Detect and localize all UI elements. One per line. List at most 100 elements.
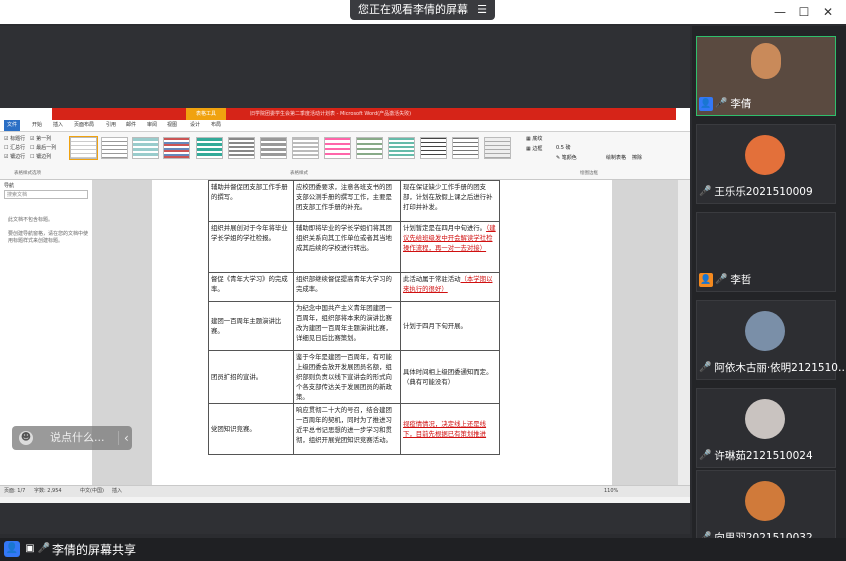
user-icon: 👤 — [699, 97, 713, 111]
table-cell[interactable]: 现在保证缺少工作手册的团支部，计划在放假上课之后进行补打印并补发。 — [400, 180, 500, 222]
document-title: 旧学院团委学生会第二季度活动计划表 - Microsoft Word(产品激活失… — [250, 111, 412, 117]
status-zoom[interactable]: 110% — [604, 486, 618, 497]
nav-help-text: 要创建导航窗格，请在您的文档中使用标题样式来创建标题。 — [8, 231, 89, 244]
table-style-12[interactable] — [420, 137, 447, 159]
draw-table-button[interactable]: 绘制表格 — [606, 154, 626, 161]
table-cell[interactable]: 团员扩招的宣讲。 — [208, 350, 294, 404]
pen-color-button[interactable]: ✎ 笔颜色 — [556, 154, 577, 161]
table-cell[interactable]: 党团知识竞赛。 — [208, 403, 294, 455]
status-mode[interactable]: 插入 — [112, 486, 122, 497]
avatar — [745, 481, 785, 521]
table-cell[interactable]: 计划暂定是在四月中旬进行。（建议先给班级发中开会解读学社检操作流程，再一对一去对… — [400, 221, 500, 273]
tab-review[interactable]: 审阅 — [147, 120, 157, 131]
check-total-row[interactable]: ☐ 汇总行 — [4, 144, 25, 151]
table-style-1[interactable] — [69, 136, 98, 160]
table-cell[interactable]: 组织并展创对于今年将毕业学长学姐的学社检报。 — [208, 221, 294, 273]
table-style-5[interactable] — [196, 137, 223, 159]
table-cell[interactable]: 此活动属于常驻活动（本学期以来执行的很好） — [400, 272, 500, 302]
sharing-banner[interactable]: 您正在观看李倩的屏幕 ☰ — [350, 0, 495, 20]
nav-title: 导航 — [4, 183, 15, 189]
participant-tile[interactable]: 🎤 王乐乐2021510009 — [696, 124, 836, 204]
line-width-select[interactable]: 0.5 磅 — [556, 144, 571, 151]
tab-references[interactable]: 引用 — [106, 120, 116, 131]
nav-search-input[interactable]: 搜索文档 — [4, 190, 88, 199]
table-cell[interactable]: 辅助即将毕业的学长学姐们将其团组织关系向其工作单位或者其当地成其后续的学校进行转… — [293, 221, 401, 273]
document-area: 辅助并督促团支部工作手册的撰写。 应校团委要求，注意各班支书的团支部公测手册的撰… — [92, 180, 678, 485]
table-cell[interactable]: 组织部继续督促提高青年大学习的完成率。 — [293, 272, 401, 302]
minimize-button[interactable]: — — [771, 3, 789, 21]
status-page[interactable]: 页面: 1/7 — [4, 486, 25, 497]
table-style-10[interactable] — [356, 137, 383, 159]
borders-button[interactable]: ▦ 边框 — [526, 145, 542, 152]
table-cell[interactable]: 鉴于今年是建团一百周年，有可能上级团委会放开发展团员名额，组织部则负责以线下宣讲… — [293, 350, 401, 404]
table-style-11[interactable] — [388, 137, 415, 159]
shading-button[interactable]: ▦ 底纹 — [526, 135, 542, 142]
table-cell[interactable]: 督促《青年大学习》的完成率。 — [208, 272, 294, 302]
maximize-button[interactable]: ☐ — [795, 3, 813, 21]
status-language[interactable]: 中文(中国) — [80, 486, 104, 497]
mic-muted-icon: 🎤 — [699, 450, 712, 461]
tab-page-layout[interactable]: 页面布局 — [74, 120, 94, 131]
table-style-7[interactable] — [260, 137, 287, 159]
table-cell[interactable]: 为纪念中国共产主义青年团建团一百周年，组织部将本来的演讲比赛改为建团一百周年主题… — [293, 301, 401, 351]
user-icon: 👤 — [4, 541, 20, 557]
table-style-8[interactable] — [292, 137, 319, 159]
table-style-13[interactable] — [452, 137, 479, 159]
table-cell[interactable]: 应校团委要求，注意各班支书的团支部公测手册的撰写工作，主要是团支部工作手册的补充… — [293, 180, 401, 222]
word-title-bar: 表格工具 旧学院团委学生会第二季度活动计划表 - Microsoft Word(… — [0, 108, 690, 120]
chevron-left-icon[interactable]: ‹ — [124, 430, 129, 446]
table-cell[interactable]: 具体时间相上级团委通知而定。（典有可能没有） — [400, 350, 500, 404]
tab-file[interactable]: 文件 — [4, 120, 21, 131]
table-cell[interactable]: 计划于四月下旬开展。 — [400, 301, 500, 351]
table-cell[interactable]: 建团一百周年主题演讲比赛。 — [208, 301, 294, 351]
check-first-column[interactable]: ☑ 第一列 — [30, 135, 51, 142]
table-cell[interactable]: 视疫情情况，决定线上还是线下，目前先根据已有策划推进 — [400, 403, 500, 455]
table-style-14[interactable] — [484, 137, 511, 159]
table-cell[interactable]: 辅助并督促团支部工作手册的撰写。 — [208, 180, 294, 222]
table-row: 督促《青年大学习》的完成率。 组织部继续督促提高青年大学习的完成率。 此活动属于… — [208, 272, 500, 302]
comment-input[interactable]: 说点什么... — [50, 431, 105, 445]
divider — [118, 431, 119, 445]
eraser-button[interactable]: 擦除 — [632, 154, 642, 161]
group-label-borders: 绘图边框 — [580, 171, 598, 176]
table-row: 党团知识竞赛。 响应贯彻二十大的号召，结合建团一百周年的契机，同时为了推进习近平… — [208, 403, 500, 455]
mic-icon: 🎤 — [37, 543, 51, 554]
user-icon: 👤 — [699, 273, 713, 287]
table-style-9[interactable] — [324, 137, 351, 159]
table-style-4[interactable] — [163, 137, 190, 159]
tab-layout[interactable]: 布局 — [211, 120, 221, 131]
tab-insert[interactable]: 插入 — [53, 120, 63, 131]
group-label-styles: 表格样式 — [290, 171, 308, 176]
avatar — [745, 135, 785, 175]
emoji-face-icon[interactable]: ☻ — [19, 431, 33, 445]
participant-tile[interactable]: 👤 🎤 李倩 — [696, 36, 836, 116]
check-last-column[interactable]: ☐ 最后一列 — [30, 144, 56, 151]
check-banded-columns[interactable]: ☐ 镶边列 — [30, 153, 51, 160]
table-row: 辅助并督促团支部工作手册的撰写。 应校团委要求，注意各班支书的团支部公测手册的撰… — [208, 180, 500, 222]
table-tools-tab[interactable]: 表格工具 — [186, 108, 226, 120]
ribbon-tabs: 文件 开始 插入 页面布局 引用 邮件 审阅 视图 设计 布局 — [0, 120, 690, 132]
table-style-6[interactable] — [228, 137, 255, 159]
menu-icon[interactable]: ☰ — [475, 3, 489, 17]
participant-tile[interactable]: 👤 🎤 李哲 — [696, 212, 836, 292]
table-style-2[interactable] — [101, 137, 128, 159]
table-cell[interactable]: 响应贯彻二十大的号召，结合建团一百周年的契机，同时为了推进习近平总书记思想的进一… — [293, 403, 401, 455]
check-header-row[interactable]: ☑ 标题行 — [4, 135, 25, 142]
status-words[interactable]: 字数: 2,954 — [34, 486, 62, 497]
table-style-3[interactable] — [132, 137, 159, 159]
screen-share-label: 李倩的屏幕共享 — [52, 543, 137, 557]
tab-view[interactable]: 视图 — [167, 120, 177, 131]
participant-tile[interactable]: 🎤 许琳茹2121510024 — [696, 388, 836, 468]
comment-bar[interactable]: ☻ 说点什么... ‹ — [12, 426, 132, 450]
check-banded-rows[interactable]: ☑ 镶边行 — [4, 153, 25, 160]
table-row: 团员扩招的宣讲。 鉴于今年是建团一百周年，有可能上级团委会放开发展团员名额，组织… — [208, 350, 500, 404]
vertical-scrollbar[interactable] — [678, 180, 690, 485]
tab-home[interactable]: 开始 — [32, 120, 42, 131]
participant-tile[interactable]: 🎤 阿依木古丽·依明2121510… — [696, 300, 846, 380]
avatar — [745, 311, 785, 351]
tab-design[interactable]: 设计 — [190, 120, 200, 131]
tab-mailings[interactable]: 邮件 — [126, 120, 136, 131]
participant-video — [751, 43, 781, 79]
avatar — [745, 399, 785, 439]
close-button[interactable]: ✕ — [819, 3, 837, 21]
